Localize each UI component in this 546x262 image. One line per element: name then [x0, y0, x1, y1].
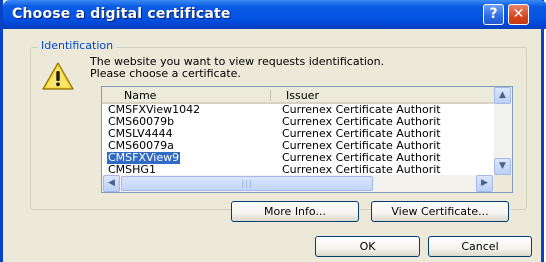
- vertical-scrollbar[interactable]: ▲ ▼: [494, 87, 512, 175]
- chevron-down-icon: ▼: [499, 161, 506, 171]
- prompt-message: The website you want to view requests id…: [90, 56, 384, 80]
- close-icon: ✕: [512, 6, 525, 22]
- column-header-name[interactable]: Name: [124, 89, 156, 102]
- more-info-button[interactable]: More Info...: [231, 201, 359, 222]
- scroll-left-button[interactable]: ◀: [103, 175, 120, 192]
- chevron-right-icon: ▶: [481, 178, 488, 188]
- view-certificate-button[interactable]: View Certificate...: [371, 201, 509, 222]
- scroll-down-button[interactable]: ▼: [494, 158, 511, 175]
- column-header-issuer[interactable]: Issuer: [286, 89, 319, 102]
- window-title: Choose a digital certificate: [12, 6, 231, 22]
- cancel-button[interactable]: Cancel: [428, 236, 532, 257]
- chevron-left-icon: ◀: [108, 178, 115, 188]
- group-legend: Identification: [38, 39, 117, 52]
- chevron-up-icon: ▲: [499, 90, 506, 100]
- column-divider[interactable]: [270, 90, 271, 101]
- close-button[interactable]: ✕: [508, 4, 529, 25]
- ok-button[interactable]: OK: [315, 236, 420, 257]
- grip-icon: |||: [241, 179, 253, 188]
- prompt-line-2: Please choose a certificate.: [90, 67, 241, 80]
- scroll-right-button[interactable]: ▶: [476, 175, 493, 192]
- certificate-list[interactable]: Name Issuer CMSFXView1042 Currenex Certi…: [101, 86, 513, 193]
- list-rows: CMSFXView1042 Currenex Certificate Autho…: [102, 104, 494, 176]
- horizontal-scroll-thumb[interactable]: |||: [121, 176, 373, 191]
- help-icon: ?: [489, 6, 498, 22]
- help-button[interactable]: ?: [483, 4, 504, 25]
- scroll-up-button[interactable]: ▲: [494, 87, 511, 104]
- title-bar[interactable]: Choose a digital certificate ? ✕: [3, 0, 546, 29]
- warning-icon: [42, 62, 74, 90]
- scrollbar-corner: [494, 175, 512, 192]
- horizontal-scrollbar[interactable]: ◀ ||| ▶: [102, 175, 494, 192]
- list-header: Name Issuer: [102, 87, 494, 104]
